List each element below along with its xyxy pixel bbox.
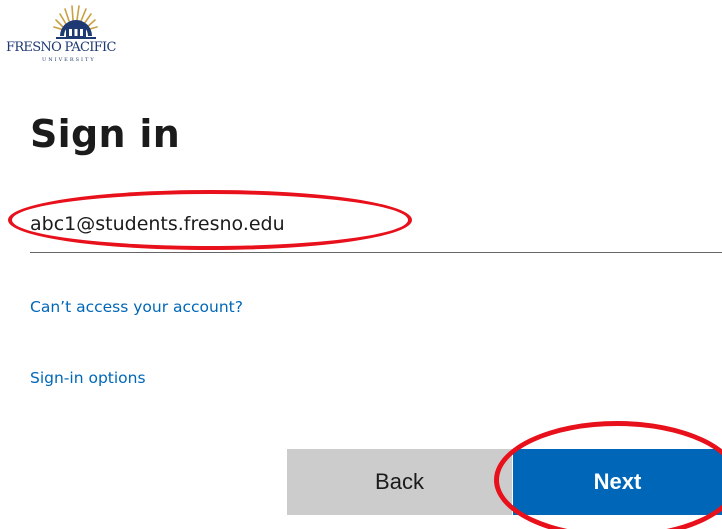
sign-in-options-link[interactable]: Sign-in options <box>30 369 146 387</box>
logo-wordmark: FRESNO PACIFIC <box>6 40 116 55</box>
email-input[interactable] <box>30 204 690 244</box>
page-title: Sign in <box>30 112 181 156</box>
next-button[interactable]: Next <box>513 449 722 515</box>
cant-access-account-link[interactable]: Can’t access your account? <box>30 298 243 316</box>
email-field <box>8 190 722 253</box>
back-button[interactable]: Back <box>287 449 512 515</box>
sunrise-building-crest-icon <box>53 5 98 39</box>
fresno-pacific-logo: FRESNO PACIFIC UNIVERSITY <box>6 2 178 66</box>
sign-in-page: FRESNO PACIFIC UNIVERSITY Sign in Can’t … <box>0 0 722 529</box>
logo-subline: UNIVERSITY <box>42 57 96 63</box>
